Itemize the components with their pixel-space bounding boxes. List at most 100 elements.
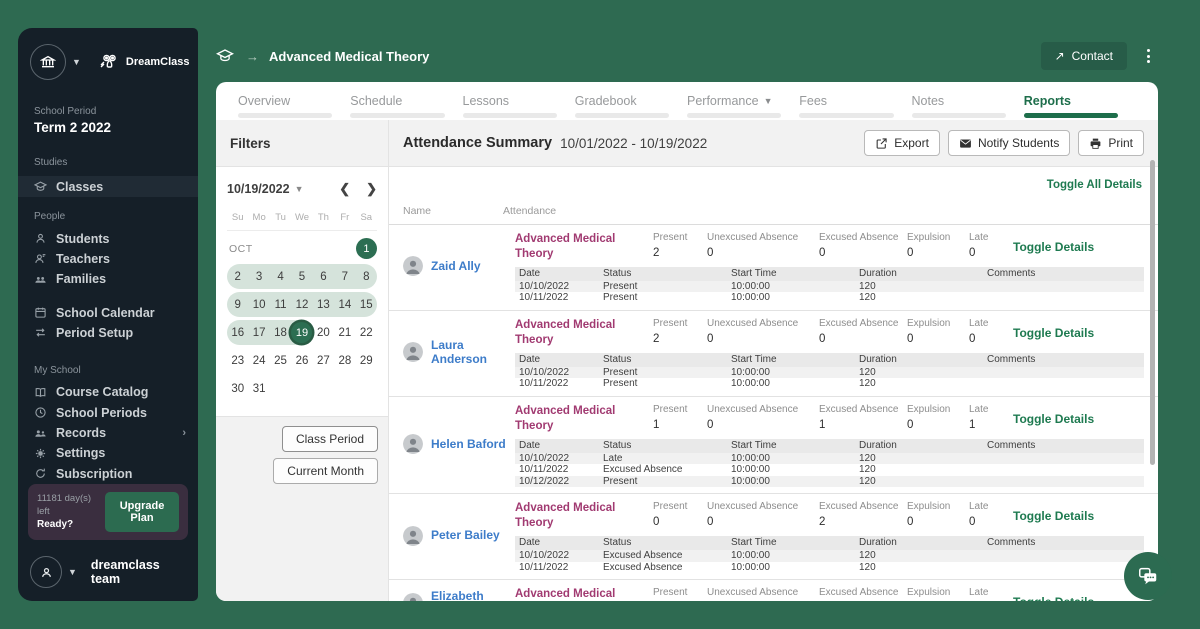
sidebar-item-settings[interactable]: Settings <box>18 443 198 463</box>
calendar-day[interactable]: 28 <box>334 348 355 373</box>
calendar-day[interactable]: 5 <box>291 264 313 289</box>
class-name-link[interactable]: Advanced Medical Theory <box>515 232 643 262</box>
student-name-link[interactable]: Laura Anderson <box>431 338 515 367</box>
tab-bar: Overview Schedule Lessons Gradebook Performa… <box>216 82 1158 120</box>
student-name-link[interactable]: Elizabeth Baker <box>431 589 515 601</box>
tab-lessons[interactable]: Lessons <box>462 82 575 120</box>
class-name-link[interactable]: Advanced Medical Theory <box>515 318 643 348</box>
tab-underline <box>1023 113 1118 118</box>
school-selector[interactable] <box>30 44 66 80</box>
calendar-day[interactable]: 27 <box>313 348 334 373</box>
student-avatar-icon <box>403 592 423 601</box>
upgrade-plan-button[interactable]: Upgrade Plan <box>105 492 179 532</box>
tab-gradebook[interactable]: Gradebook <box>574 82 687 120</box>
calendar-prev-button[interactable]: ❮ <box>339 181 350 197</box>
details-cell <box>983 550 1144 562</box>
toggle-details-link[interactable]: Toggle Details <box>1013 501 1144 523</box>
month-label: OCT <box>229 242 253 255</box>
calendar-day[interactable]: 15 <box>355 292 377 317</box>
details-column-header: Duration <box>859 537 897 548</box>
calendar-day[interactable]: 4 <box>269 264 292 289</box>
details-cell: Present <box>603 292 638 304</box>
current-month-button[interactable]: Current Month <box>273 458 378 484</box>
calendar-day[interactable]: 29 <box>356 348 377 373</box>
sidebar-item-period-setup[interactable]: Period Setup <box>18 323 198 343</box>
details-column-header: Comments <box>987 439 1036 451</box>
calendar-day[interactable]: 1 <box>355 236 377 261</box>
calendar-day[interactable]: 6 <box>312 264 335 289</box>
calendar-day[interactable]: 18 <box>269 320 292 345</box>
notify-students-button[interactable]: Notify Students <box>947 130 1071 156</box>
tab-overview[interactable]: Overview <box>238 82 350 120</box>
calendar-day[interactable]: 31 <box>248 376 269 401</box>
sidebar-item-teachers[interactable]: Teachers <box>18 249 198 269</box>
calendar-day[interactable]: 14 <box>334 292 356 317</box>
more-options-menu[interactable] <box>1143 45 1154 67</box>
chat-fab-button[interactable] <box>1124 552 1172 600</box>
tab-notes[interactable]: Notes <box>911 82 1024 120</box>
sidebar-item-records[interactable]: Records › <box>18 423 198 443</box>
calendar-day[interactable]: 17 <box>248 320 270 345</box>
calendar-day[interactable]: 16 <box>227 320 249 345</box>
brand-logo: DreamClass <box>97 50 190 74</box>
calendar-day[interactable]: 19 <box>291 320 313 345</box>
student-name-link[interactable]: Helen Baford <box>431 437 506 451</box>
export-button[interactable]: Export <box>864 130 940 156</box>
stat-value: 0 <box>707 332 714 345</box>
tab-fees[interactable]: Fees <box>799 82 911 120</box>
account-menu[interactable]: ▼ dreamclass team <box>30 556 188 588</box>
calendar-day[interactable]: 7 <box>334 264 356 289</box>
attendance-summary-row: Advanced Medical Theory Present 1 Unexcused… <box>515 401 1144 439</box>
student-name-link[interactable]: Peter Bailey <box>431 528 500 542</box>
calendar-day[interactable]: 22 <box>356 320 377 345</box>
toggle-details-link[interactable]: Toggle Details <box>1013 404 1144 426</box>
details-rows: 10/10/2022 Present 10:00:00 120 10/11/2022 Pr… <box>515 366 1144 390</box>
student-name-link[interactable]: Zaid Ally <box>431 259 481 273</box>
sidebar-item-classes[interactable]: Classes <box>18 176 198 198</box>
calendar-day[interactable]: 12 <box>291 292 313 317</box>
scrollbar-thumb[interactable] <box>1150 160 1155 465</box>
toggle-details-link[interactable]: Toggle Details <box>1013 587 1144 601</box>
calendar-next-button[interactable]: ❯ <box>366 181 377 197</box>
period-start-day: 1 <box>355 238 377 259</box>
calendar-day[interactable]: 24 <box>248 348 269 373</box>
tab-schedule[interactable]: Schedule <box>350 82 462 120</box>
toggle-all-details-link[interactable]: Toggle All Details <box>1047 179 1142 191</box>
calendar-day[interactable]: 11 <box>269 292 292 317</box>
toggle-details-link[interactable]: Toggle Details <box>1013 318 1144 340</box>
print-button[interactable]: Print <box>1078 130 1144 156</box>
class-name-link[interactable]: Advanced Medical Theory <box>515 501 643 531</box>
chevron-down-icon[interactable]: ▼ <box>72 57 81 67</box>
sidebar-item-course-catalog[interactable]: Course Catalog <box>18 382 198 402</box>
tab-reports[interactable]: Reports <box>1023 82 1136 120</box>
date-dropdown[interactable]: 10/19/2022 ▼ <box>227 182 303 196</box>
attendance-stat: Present1 <box>653 587 697 601</box>
calendar-day[interactable]: 9 <box>227 292 249 317</box>
sidebar-item-families[interactable]: Families <box>18 269 198 289</box>
contact-button[interactable]: ↗ Contact <box>1040 42 1127 70</box>
calendar-day[interactable]: 30 <box>227 376 248 401</box>
sidebar-item-subscription[interactable]: Subscription <box>18 464 198 484</box>
class-period-button[interactable]: Class Period <box>281 426 378 452</box>
sidebar-item-school-calendar[interactable]: School Calendar <box>18 302 198 322</box>
calendar-day[interactable]: 26 <box>291 348 312 373</box>
toggle-details-link[interactable]: Toggle Details <box>1013 232 1144 254</box>
calendar-day[interactable]: 2 <box>227 264 249 289</box>
calendar-day[interactable]: 3 <box>248 264 270 289</box>
tab-performance[interactable]: Performance ▼ <box>687 82 799 120</box>
details-cell: 10:00:00 <box>731 550 770 561</box>
calendar-day[interactable]: 25 <box>270 348 291 373</box>
sidebar-item-school-periods[interactable]: School Periods <box>18 403 198 423</box>
class-name-link[interactable]: Advanced Medical Theory <box>515 404 643 434</box>
calendar-day[interactable]: 10 <box>248 292 270 317</box>
calendar-day[interactable]: 8 <box>355 264 377 289</box>
calendar-day[interactable]: 20 <box>313 320 334 345</box>
stat-label: Present <box>653 501 688 513</box>
calendar-day[interactable]: 23 <box>227 348 248 373</box>
stat-value: 1 <box>969 418 976 431</box>
calendar-day[interactable]: 21 <box>334 320 355 345</box>
calendar-day[interactable]: 13 <box>312 292 335 317</box>
class-name-link[interactable]: Advanced Medical Theory <box>515 587 643 601</box>
sidebar-item-students[interactable]: Students <box>18 228 198 248</box>
details-cell <box>983 453 1144 465</box>
